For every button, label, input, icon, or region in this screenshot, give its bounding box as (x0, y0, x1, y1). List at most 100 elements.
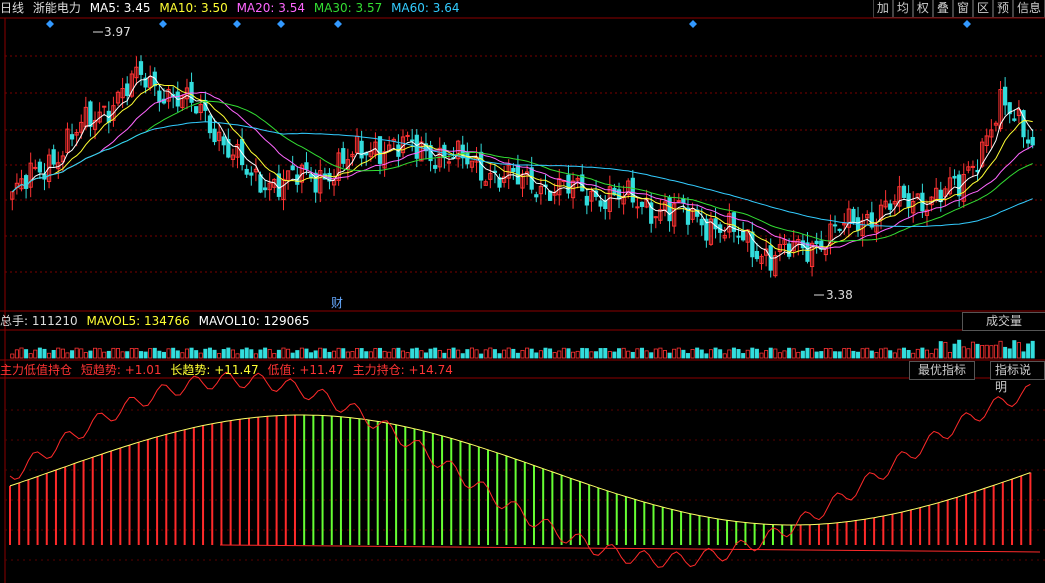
event-marker (159, 20, 167, 28)
candle-body (970, 165, 976, 168)
volume-bar (180, 352, 185, 359)
best-indicator-button[interactable]: 最优指标 (909, 361, 976, 380)
volume-bar (400, 350, 406, 359)
volume-bar (143, 351, 148, 359)
volume-bar (695, 347, 700, 359)
candle-body (479, 151, 484, 181)
volume-bar (405, 352, 410, 359)
volume-bar (56, 347, 61, 359)
volume-bar (750, 347, 755, 359)
indicator-oscillator-line (9, 371, 1031, 568)
volume-bar (175, 350, 180, 359)
volume-bar (102, 351, 107, 359)
volume-bar (846, 347, 851, 359)
volume-bar (336, 347, 341, 359)
candle-body (598, 200, 603, 207)
volume-bar (166, 348, 171, 359)
volume-bar (364, 351, 369, 359)
volume-bar (28, 353, 33, 359)
volume-bar (322, 348, 327, 359)
price-chart[interactable]: 3.97 3.38 财 (0, 0, 1045, 583)
volume-bar (1012, 340, 1017, 359)
event-marker (233, 20, 241, 28)
indicator-base-line (219, 544, 1041, 553)
volume-bar (212, 349, 217, 359)
volume-bar (897, 348, 902, 359)
candle-body (69, 134, 75, 140)
volume-bar (378, 347, 383, 359)
volume-bar (33, 349, 38, 359)
candle-body (37, 161, 42, 173)
volume-bar (281, 347, 286, 359)
volume-bar (313, 350, 318, 359)
candle-body (639, 201, 645, 207)
volume-bar (837, 351, 842, 359)
volume-button[interactable]: 成交量 (962, 312, 1045, 331)
indicator-plot (9, 371, 1041, 568)
volume-bar (428, 348, 433, 359)
volume-bar (359, 348, 364, 359)
volume-bar (713, 347, 718, 359)
candle-body (584, 195, 589, 206)
volume-bar (442, 352, 447, 359)
volume-bar (741, 353, 746, 359)
volume-bar (42, 348, 47, 359)
mavol5-value: 134766 (143, 314, 190, 328)
indicator-help-button[interactable]: 指标说明 (990, 361, 1045, 394)
volume-bar (589, 351, 594, 359)
candle-body (341, 148, 346, 164)
candle-body (51, 149, 56, 165)
volume-bar (630, 351, 635, 359)
volume-bar (189, 347, 194, 359)
volume-bar (649, 352, 654, 359)
volume-bar (479, 353, 484, 359)
candle-body (1030, 136, 1035, 146)
volume-bar (635, 348, 640, 359)
candle-body (138, 61, 144, 75)
volume-bar (217, 353, 222, 359)
volume-bar (520, 349, 525, 359)
volume-bar (345, 351, 350, 359)
volume-bar (856, 351, 861, 359)
volume-bar (1003, 346, 1008, 359)
volume-bar (120, 351, 125, 359)
volume-bar (161, 351, 166, 359)
volume-bar (938, 341, 943, 359)
volume-bar (70, 350, 75, 359)
volume-bar (10, 353, 15, 359)
volume-bar (240, 349, 245, 359)
volume-bar (759, 352, 764, 359)
volume-bar (833, 351, 838, 359)
volume-bar (79, 348, 84, 359)
candle-body (616, 189, 622, 200)
volume-bar (768, 347, 773, 359)
volume-bar (83, 352, 88, 359)
volume-bar (777, 352, 782, 359)
volume-bar (704, 353, 709, 359)
volume-bar (290, 352, 295, 359)
volume-bar (382, 350, 387, 359)
volume-bar (350, 351, 355, 359)
candle-body (786, 243, 792, 257)
volume-bar (658, 347, 663, 359)
volume-bar (506, 347, 511, 359)
volume-bar (272, 353, 277, 359)
volume-bar (207, 347, 212, 359)
volume-bar (607, 351, 612, 359)
volume-bar (561, 347, 566, 359)
volume-bar (584, 348, 589, 359)
volume-bar (667, 352, 672, 359)
volume-bar (387, 351, 392, 359)
volume-bar (474, 349, 479, 359)
volume-bar (1016, 342, 1021, 359)
volume-bar (787, 347, 792, 359)
volume-bar (51, 349, 56, 359)
volume-bar (842, 348, 847, 359)
candle-body (630, 177, 635, 203)
volume-bar (745, 349, 750, 359)
volume-bar (883, 347, 888, 359)
event-marker (963, 20, 971, 28)
volume-bar (299, 347, 304, 359)
volume-bar (332, 350, 337, 359)
volume-bar (267, 349, 272, 359)
